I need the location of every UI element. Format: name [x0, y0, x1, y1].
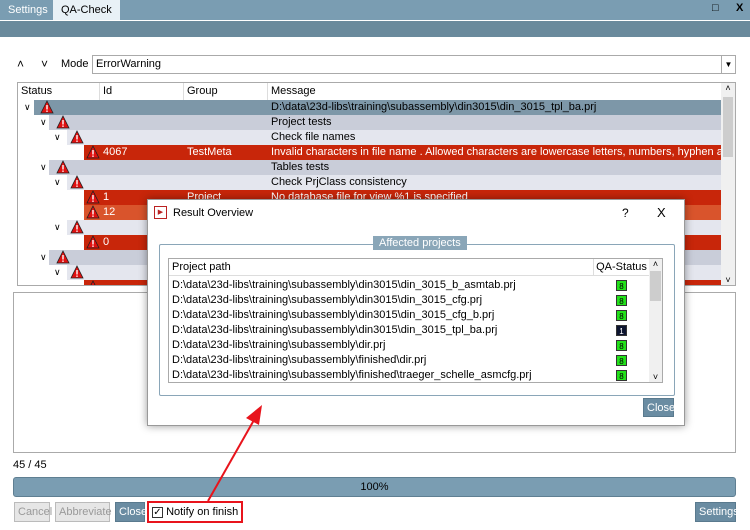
- annotation-arrow: [207, 405, 262, 502]
